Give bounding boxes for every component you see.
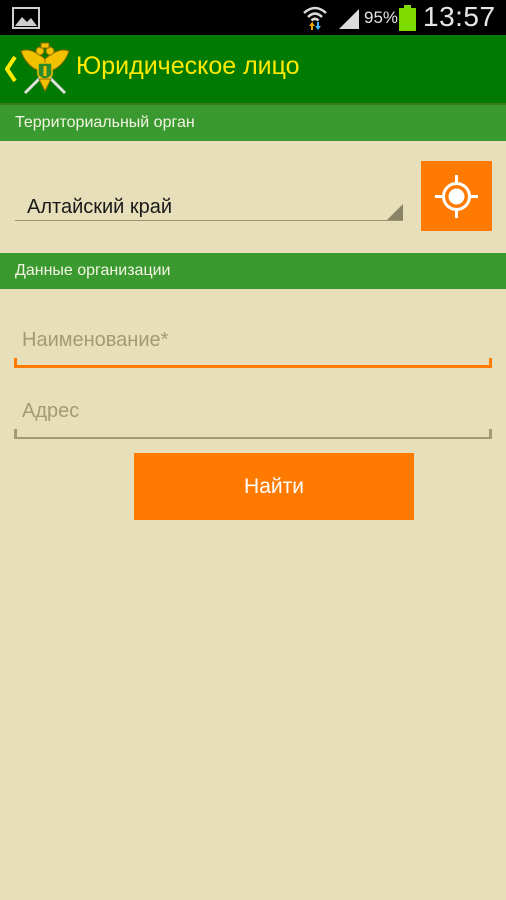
signal-icon bbox=[339, 9, 359, 29]
wifi-icon bbox=[303, 6, 327, 30]
battery-percent: 95% bbox=[364, 8, 399, 27]
page-title: Юридическое лицо bbox=[76, 52, 300, 80]
spinner-arrow-icon bbox=[387, 204, 403, 220]
name-input-tick-left bbox=[14, 358, 17, 368]
name-input-tick-right bbox=[489, 358, 492, 368]
address-input-underline bbox=[14, 437, 492, 439]
name-input[interactable] bbox=[14, 312, 492, 368]
locate-button[interactable] bbox=[421, 161, 492, 231]
section-header-organization: Данные организации bbox=[0, 253, 506, 289]
region-spinner[interactable]: Алтайский край bbox=[15, 188, 403, 221]
status-bar: 95% 13:57 bbox=[0, 0, 506, 35]
address-field-container bbox=[14, 383, 492, 439]
name-field-container bbox=[14, 312, 492, 368]
gallery-icon bbox=[12, 7, 40, 29]
emblem-icon bbox=[20, 42, 70, 95]
search-button[interactable]: Найти bbox=[134, 453, 414, 520]
battery-icon bbox=[399, 5, 416, 31]
region-spinner-value: Алтайский край bbox=[27, 196, 173, 218]
action-bar: Юридическое лицо bbox=[0, 35, 506, 105]
address-input[interactable] bbox=[14, 383, 492, 439]
clock: 13:57 bbox=[423, 1, 496, 32]
target-icon bbox=[435, 175, 478, 218]
name-input-underline bbox=[14, 365, 492, 368]
back-button[interactable] bbox=[0, 35, 72, 103]
back-chevron-icon bbox=[5, 55, 17, 83]
address-input-tick-left bbox=[14, 429, 17, 439]
section-header-territorial: Территориальный орган bbox=[0, 105, 506, 141]
address-input-tick-right bbox=[489, 429, 492, 439]
